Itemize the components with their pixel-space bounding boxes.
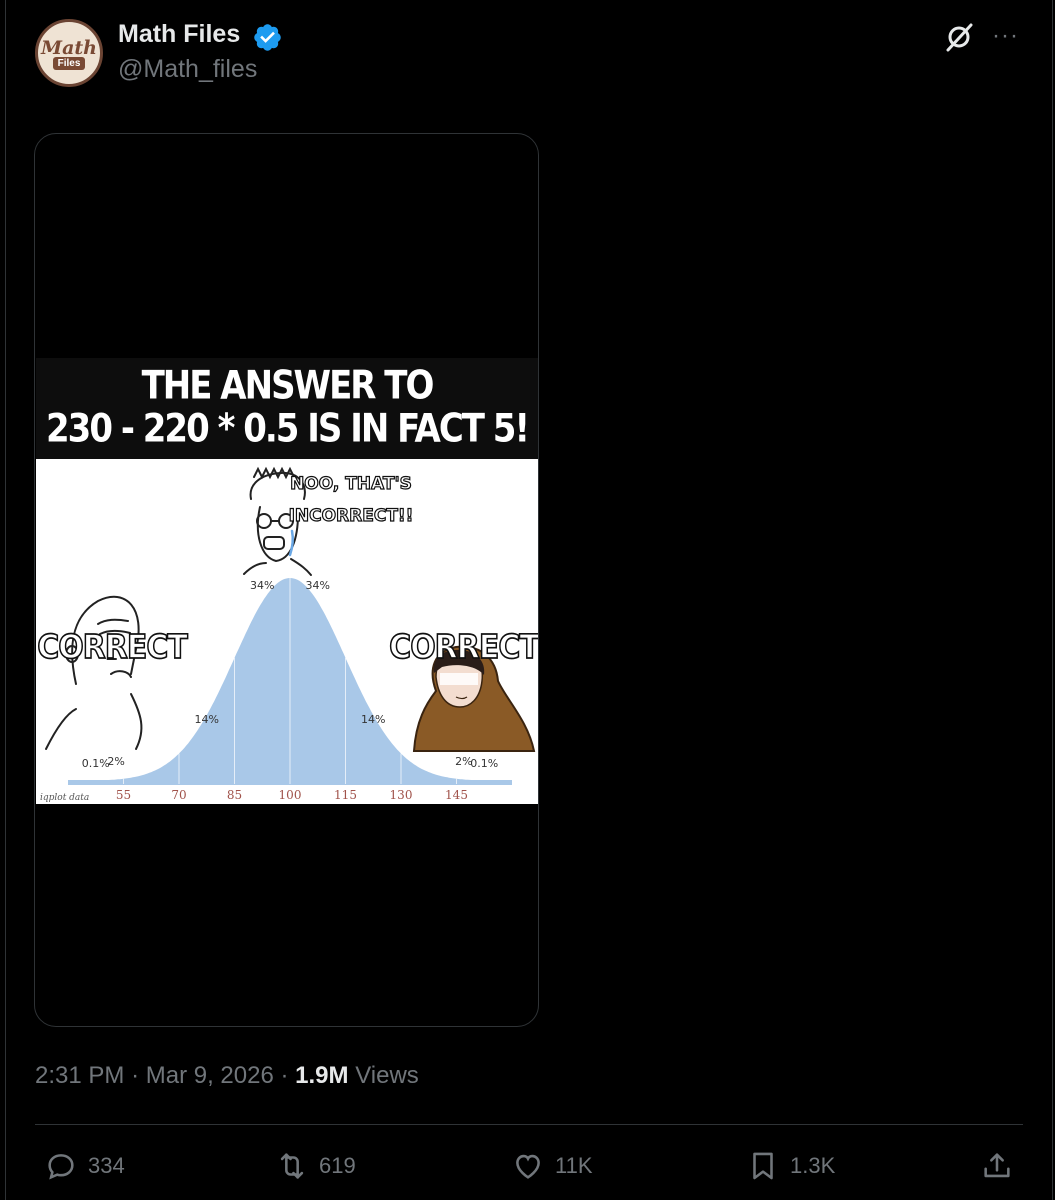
author-name[interactable]: Math Files bbox=[118, 20, 240, 49]
author-handle[interactable]: @Math_files bbox=[118, 55, 257, 84]
svg-text:NOO, THAT'S: NOO, THAT'S bbox=[290, 474, 412, 494]
reply-icon bbox=[48, 1154, 74, 1180]
region-percent-label: 0.1% bbox=[470, 757, 498, 770]
more-options-icon[interactable]: ··· bbox=[992, 22, 1022, 50]
like-button[interactable]: 11K bbox=[511, 1148, 593, 1184]
reply-button[interactable]: 334 bbox=[44, 1148, 125, 1184]
views-count: 1.9M bbox=[295, 1062, 349, 1089]
tweet-timestamp[interactable]: 2:31 PM · Mar 9, 2026 · 1.9M Views bbox=[35, 1062, 419, 1090]
bookmark-button[interactable]: 1.3K bbox=[746, 1148, 835, 1184]
x-tick-label: 115 bbox=[334, 788, 357, 802]
svg-text:INCORRECT!!: INCORRECT!! bbox=[289, 506, 414, 526]
x-tick-label: 70 bbox=[171, 788, 186, 802]
region-percent-label: 2% bbox=[107, 755, 124, 768]
center-caption: NOO, THAT'S INCORRECT!! bbox=[288, 473, 414, 526]
x-tick-label: 145 bbox=[445, 788, 468, 802]
repost-button[interactable]: 619 bbox=[275, 1148, 356, 1184]
tweet-date: Mar 9, 2026 bbox=[145, 1062, 274, 1089]
tweet-media[interactable]: THE ANSWER TO 230 - 220 * 0.5 IS IN FACT… bbox=[34, 133, 539, 1027]
actions-divider bbox=[35, 1124, 1023, 1125]
meme-footer-text: iqplot data bbox=[40, 793, 89, 803]
views-separator: · bbox=[280, 1062, 289, 1089]
repost-count: 619 bbox=[319, 1153, 356, 1178]
views-label: Views bbox=[355, 1062, 419, 1089]
meme-header: THE ANSWER TO 230 - 220 * 0.5 IS IN FACT… bbox=[36, 358, 538, 459]
share-icon bbox=[984, 1153, 1010, 1178]
bell-curve-chart: 0.1%2%14%34% 34%14%2%0.1% 55 70 85 100 115 130… bbox=[36, 466, 538, 803]
meme-headline-line2: 230 - 220 * 0.5 IS IN FACT 5! bbox=[46, 406, 530, 452]
meme-headline-line1: THE ANSWER TO bbox=[141, 363, 435, 409]
reply-count: 334 bbox=[88, 1153, 125, 1178]
meme-image: THE ANSWER TO 230 - 220 * 0.5 IS IN FACT… bbox=[36, 358, 538, 804]
svg-text:CORRECT: CORRECT bbox=[389, 629, 538, 667]
share-button[interactable] bbox=[980, 1148, 1024, 1184]
x-tick-label: 100 bbox=[279, 788, 302, 802]
left-caption: CORRECT bbox=[36, 628, 190, 667]
region-percent-label: 34% bbox=[250, 579, 274, 592]
left-character-face bbox=[45, 595, 143, 750]
x-tick-label: 85 bbox=[227, 788, 242, 802]
right-caption: CORRECT bbox=[388, 628, 538, 667]
heart-icon bbox=[516, 1154, 540, 1179]
bookmark-count: 1.3K bbox=[790, 1153, 836, 1178]
region-percent-label: 34% bbox=[306, 579, 330, 592]
avatar-text-math: Math bbox=[41, 36, 97, 59]
like-count: 11K bbox=[555, 1153, 593, 1178]
avatar-text-files: Files bbox=[52, 56, 86, 70]
region-percent-label: 0.1% bbox=[82, 757, 110, 770]
verified-badge-icon bbox=[254, 24, 281, 51]
x-tick-label: 55 bbox=[116, 788, 131, 802]
timestamp-separator: · bbox=[131, 1062, 140, 1089]
region-percent-label: 14% bbox=[361, 713, 385, 726]
bookmark-icon bbox=[753, 1152, 773, 1180]
avatar[interactable]: Math Files bbox=[35, 19, 103, 87]
repost-icon bbox=[280, 1153, 304, 1179]
x-tick-label: 130 bbox=[390, 788, 413, 802]
grok-icon[interactable] bbox=[942, 20, 976, 54]
tweet-time: 2:31 PM bbox=[35, 1062, 125, 1089]
region-percent-label: 14% bbox=[195, 713, 219, 726]
svg-text:CORRECT: CORRECT bbox=[37, 629, 188, 667]
